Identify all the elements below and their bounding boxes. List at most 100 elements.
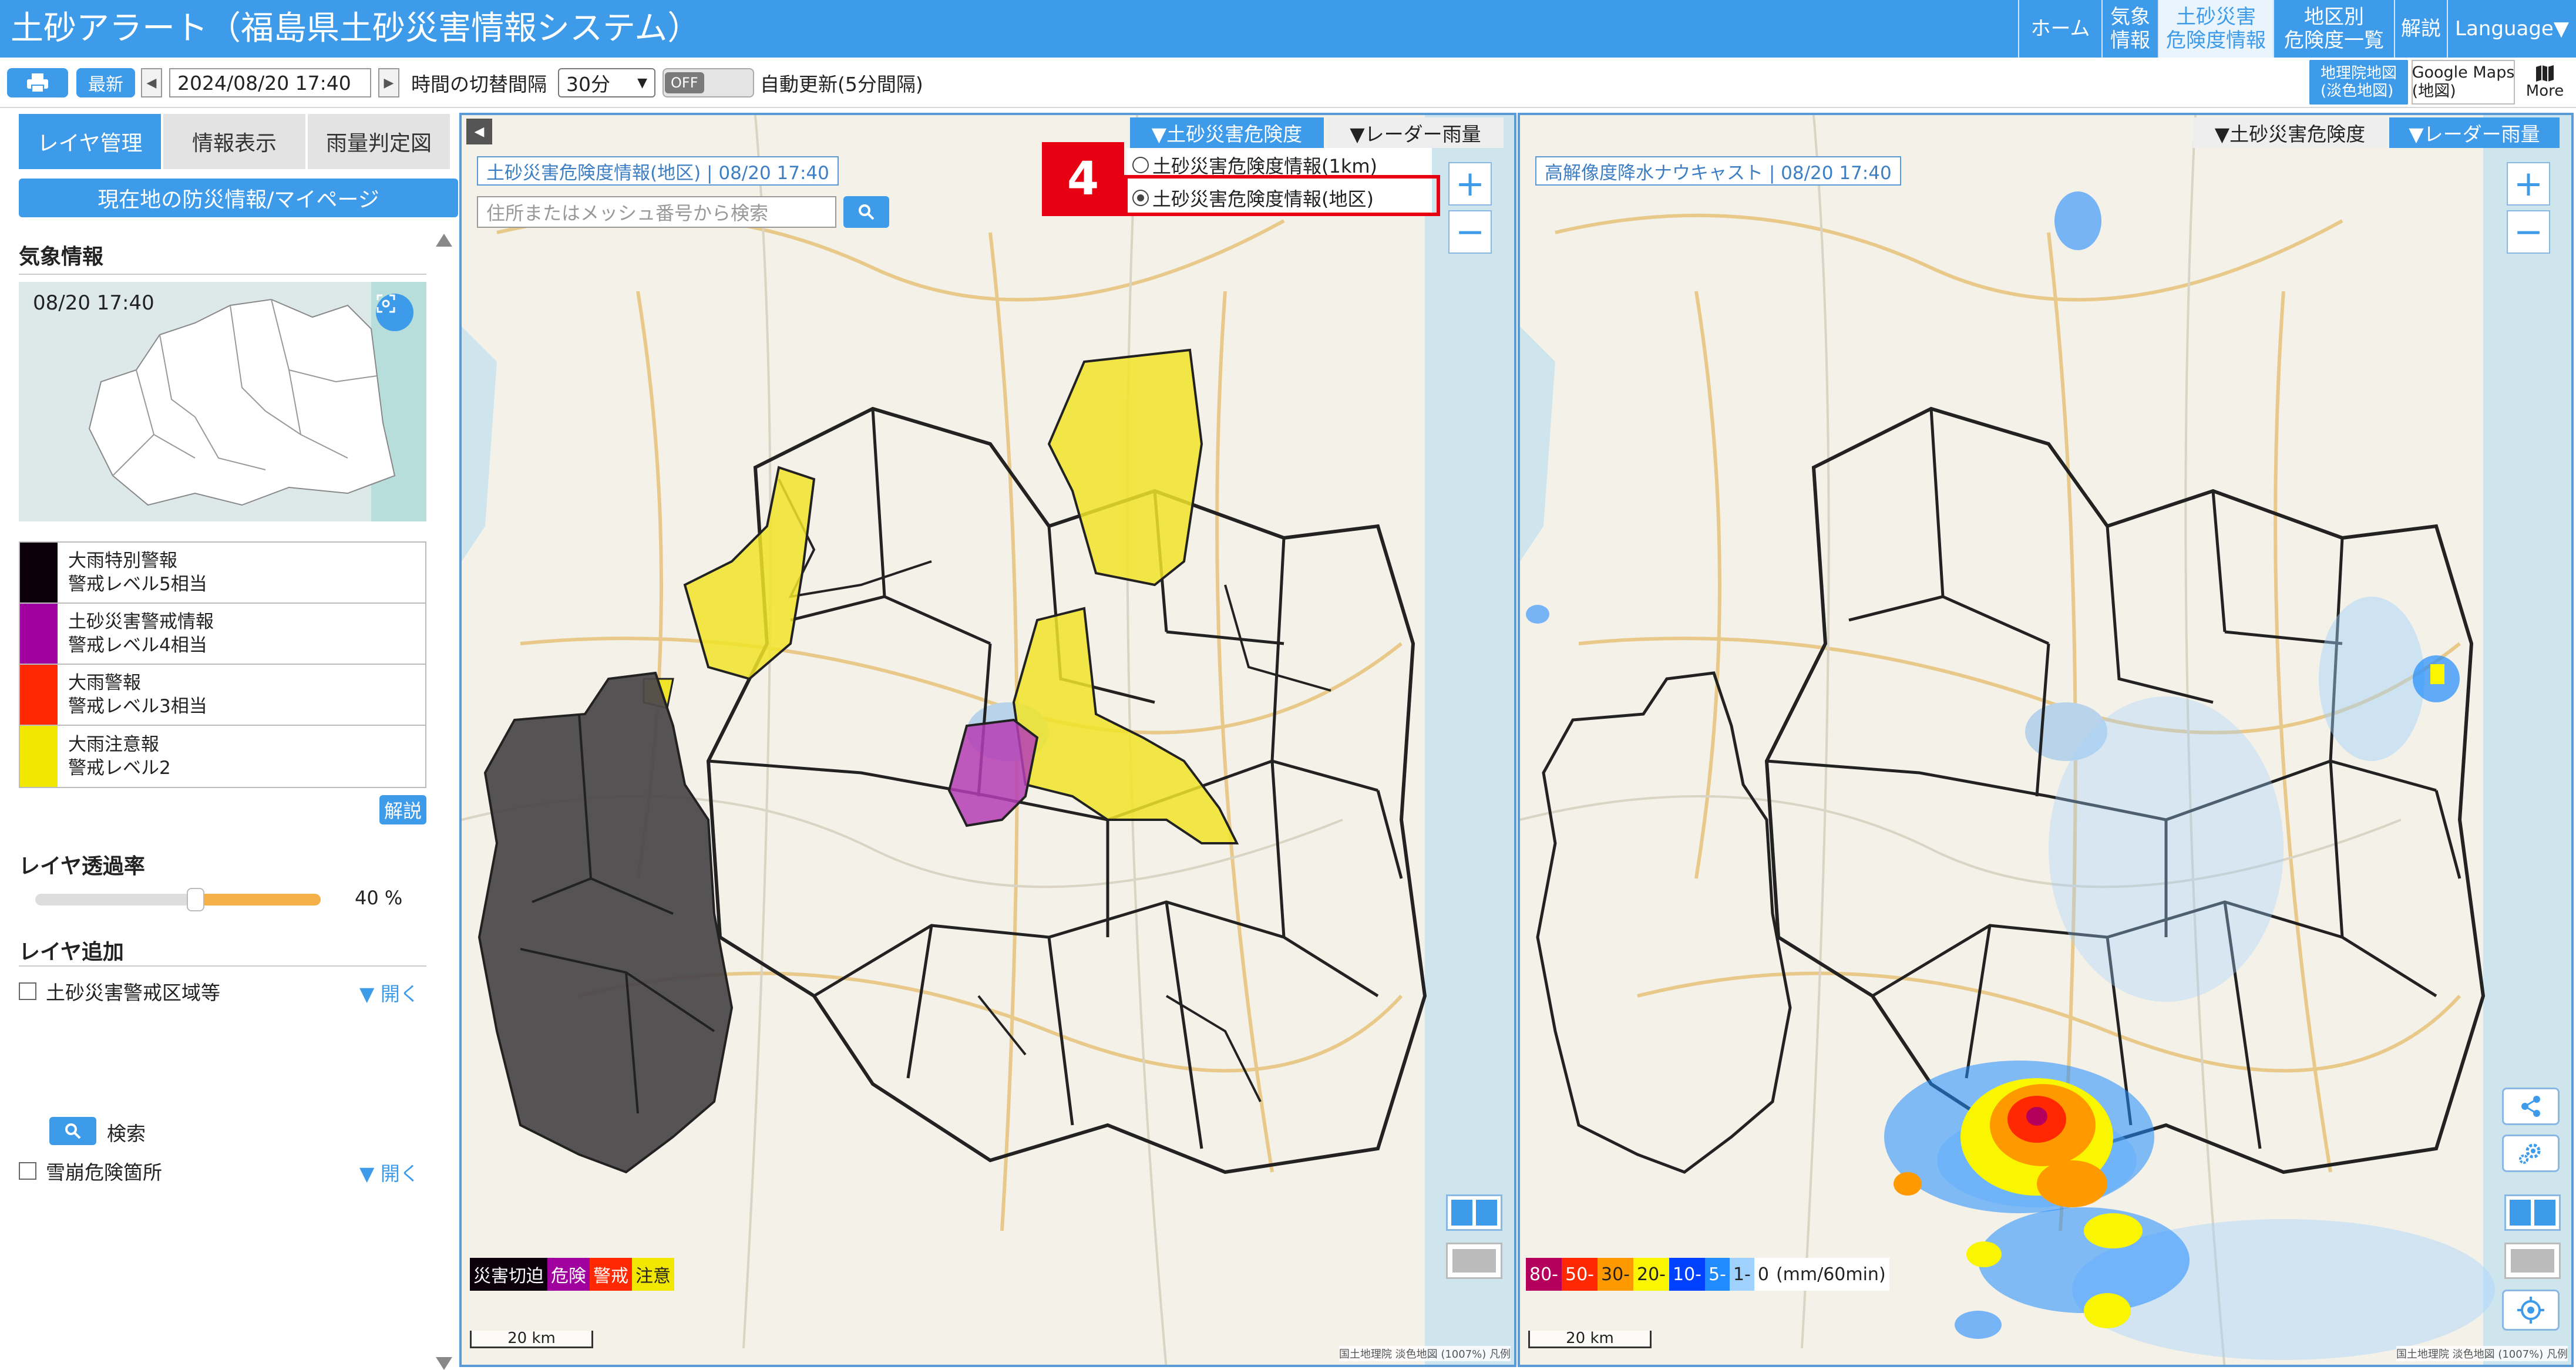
layer-checkbox-sediment-zone[interactable]: 土砂災害警戒区域等 [19,977,220,1005]
rain-map-canvas[interactable] [1520,115,2574,1367]
legend-text: 土砂災害警戒情報 警戒レベル4相当 [58,610,214,657]
weather-time: 08/20 17:40 [33,291,154,315]
map-attribution[interactable]: 国土地理院 淡色地図 (1007%) 凡例 [2396,1346,2568,1361]
nav-risk-info[interactable]: 土砂災害 危険度情報 [2158,0,2273,58]
tab-radar-rainfall[interactable]: ▼レーダー雨量 [2389,117,2560,148]
radio-button[interactable] [1132,157,1149,173]
latest-button[interactable]: 最新 [76,68,135,97]
minus-icon: − [1455,211,1485,253]
legend-line1: 土砂災害警戒情報 [68,611,214,632]
rain-legend-cell: 50- [1562,1258,1598,1291]
legend-row: 大雨特別警報 警戒レベル5相当 [20,543,425,604]
split-view-button[interactable] [1446,1194,1502,1231]
scroll-up-icon[interactable] [436,234,452,247]
nav-home[interactable]: ホーム [2018,0,2101,58]
search-icon [65,1123,81,1139]
gsi-map-button[interactable]: 地理院地図 (淡色地図) [2309,60,2408,105]
plus-icon: + [2513,163,2544,204]
google-maps-button[interactable]: Google Maps (地図) [2412,60,2515,105]
tab-info-display[interactable]: 情報表示 [163,114,305,169]
collapse-sidebar-button[interactable]: ◀ [466,119,492,144]
more-button[interactable]: More [2518,60,2571,105]
rain-legend-unit: (mm/60min) [1772,1258,1889,1291]
single-view-button[interactable] [2504,1243,2561,1279]
checkbox[interactable] [19,1162,36,1180]
risk-map-panel[interactable]: ◀ 土砂災害危険度情報(地区) | 08/20 17:40 住所またはメッシュ番… [459,113,1516,1367]
tab-layer-management[interactable]: レイヤ管理 [19,114,161,169]
auto-update-toggle[interactable]: OFF [663,68,754,97]
share-button[interactable] [2502,1088,2560,1125]
gsi-map-label: 地理院地図 (淡色地図) [2320,65,2397,100]
single-view-button[interactable] [1446,1243,1502,1279]
mypage-button[interactable]: 現在地の防災情報/マイページ [19,179,458,217]
legend-line2: 警戒レベル5相当 [68,574,207,595]
nav-weather[interactable]: 気象 情報 [2101,0,2158,58]
layer-search-label: 検索 [107,1122,146,1145]
tab-radar-rainfall[interactable]: ▼レーダー雨量 [1327,117,1504,148]
google-maps-label: Google Maps (地図) [2412,63,2515,100]
checkbox[interactable] [19,982,36,1000]
open-link-avalanche[interactable]: ▼ 開く [359,1158,419,1186]
legend-line2: 警戒レベル4相当 [68,635,207,656]
open-link-sediment-zone[interactable]: ▼ 開く [359,978,419,1007]
scroll-down-icon[interactable] [436,1357,452,1370]
weather-section-title: 気象情報 [19,245,104,269]
nav-language[interactable]: Language▼ [2447,0,2576,58]
settings-icon [2519,1143,2541,1164]
minus-icon: − [2513,211,2544,253]
nav-home-label: ホーム [2030,17,2090,41]
legend-help-button[interactable]: 解説 [379,795,426,824]
zoom-out-button[interactable]: − [1448,210,1492,254]
map-icon [2536,65,2554,82]
risk-map-canvas[interactable] [462,115,1516,1367]
layer-checkbox-avalanche[interactable]: 雪崩危険箇所 [19,1157,162,1185]
nav-area-list[interactable]: 地区別 危険度一覧 [2273,0,2394,58]
layer-search-button[interactable] [49,1117,96,1145]
risk-legend-bar: 災害切迫 危険 警戒 注意 [470,1258,674,1291]
tab-sediment-risk[interactable]: ▼土砂災害危険度 [2193,117,2387,148]
address-search-button[interactable] [843,196,889,228]
thumbnail-prefecture-map [19,282,426,521]
zoom-in-button[interactable]: + [2507,162,2550,206]
opacity-value: 40 % [355,887,403,909]
warning-legend: 大雨特別警報 警戒レベル5相当 土砂災害警戒情報 警戒レベル4相当 大雨警報 警戒レベ… [19,541,426,788]
sidebar-scrollbar[interactable] [432,234,453,1370]
opacity-slider[interactable] [35,888,321,911]
rain-nowcast-map-panel[interactable]: 高解像度降水ナウキャスト | 08/20 17:40 ▼土砂災害危険度 ▼レーダ… [1518,113,2574,1367]
legend-line2: 警戒レベル3相当 [68,696,207,717]
address-search-input[interactable]: 住所またはメッシュ番号から検索 [477,196,836,228]
header-nav: ホーム 気象 情報 土砂災害 危険度情報 地区別 危険度一覧 解説 Language▼ [2018,0,2576,58]
weather-thumbnail-map[interactable]: 08/20 17:40 [19,282,426,521]
divider [19,965,426,967]
tab-sediment-risk[interactable]: ▼土砂災害危険度 [1130,117,1324,148]
opacity-slider-handle[interactable] [187,888,204,911]
legend-row: 大雨警報 警戒レベル3相当 [20,665,425,726]
layer-label: 雪崩危険箇所 [46,1161,162,1184]
print-button[interactable] [7,68,68,97]
split-pane-icon [2534,1200,2555,1226]
split-view-button[interactable] [2504,1194,2561,1231]
interval-select[interactable]: 30分 ▼ [558,68,655,97]
scale-bar: 20 km [1528,1331,1652,1348]
rain-legend-cell: 30- [1598,1258,1633,1291]
fullscreen-icon[interactable] [376,294,413,331]
locate-button[interactable] [2502,1290,2560,1331]
scale-bar: 20 km [470,1331,593,1348]
layer-label: 土砂災害警戒区域等 [46,981,220,1004]
legend-text: 大雨注意報 警戒レベル2 [58,733,171,780]
datetime-field[interactable]: 2024/08/20 17:40 [169,68,371,97]
app-header: 土砂アラート（福島県土砂災害情報システム） ホーム 気象 情報 土砂災害 危険度情報… [0,0,2576,58]
zoom-out-button[interactable]: − [2507,210,2550,254]
map-attribution[interactable]: 国土地理院 淡色地図 (1007%) 凡例 [1339,1346,1511,1361]
prev-time-button[interactable]: ◀ [141,68,162,97]
tab-rainfall-chart[interactable]: 雨量判定図 [308,114,450,169]
share-icon [2521,1096,2540,1117]
print-icon [27,73,48,93]
plus-icon: + [1455,163,1485,204]
step-badge: 4 [1042,142,1124,216]
settings-button[interactable] [2502,1135,2560,1172]
next-time-button[interactable]: ▶ [378,68,399,97]
nav-help[interactable]: 解説 [2394,0,2447,58]
zoom-in-button[interactable]: + [1448,162,1492,206]
nav-risk-info-label: 土砂災害 危険度情報 [2166,5,2266,52]
